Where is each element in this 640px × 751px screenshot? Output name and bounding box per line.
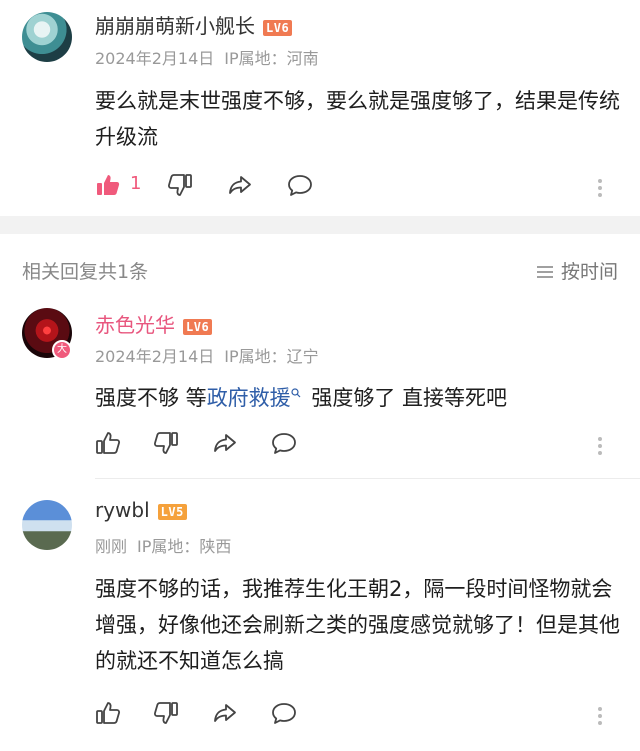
comment-text: 要么就是末世强度不够，要么就是强度够了，结果是传统升级流 (95, 89, 620, 149)
divider (95, 478, 640, 479)
comment-bubble-icon (272, 433, 296, 454)
ip-location: IP属地：辽宁 (224, 347, 319, 366)
dislike-button[interactable] (167, 172, 197, 202)
thumbs-up-icon (96, 702, 121, 724)
comment-actions: 1 (95, 172, 625, 202)
comment-date: 刚刚 (95, 537, 128, 556)
dislike-button[interactable] (153, 430, 183, 460)
level-badge: LV5 (157, 503, 187, 520)
search-link[interactable]: 政府救援 (207, 386, 291, 410)
more-options-icon[interactable] (597, 434, 603, 458)
comment-bubble-icon (288, 175, 312, 196)
share-icon (214, 434, 236, 452)
dislike-button[interactable] (153, 700, 183, 730)
comment-text: 强度不够 等政府救援 强度够了 直接等死吧 (95, 386, 508, 410)
level-badge: LV6 (183, 318, 213, 335)
like-count: 1 (130, 173, 142, 194)
like-button[interactable]: 1 (95, 172, 141, 202)
comment-actions (95, 430, 625, 460)
share-icon (214, 704, 236, 722)
like-button[interactable] (95, 430, 125, 460)
comment-meta: 2024年2月14日 IP属地：河南 (95, 45, 319, 69)
thumbs-down-icon (153, 702, 178, 724)
comment-text: 强度不够的话，我推荐生化王朝2，隔一段时间怪物就会增强，好像他还会刷新之类的强度… (95, 577, 620, 673)
vip-badge: 大 (52, 340, 72, 360)
username[interactable]: rywbl LV5 (95, 498, 187, 522)
thumbs-down-icon (153, 432, 178, 454)
sort-by-time-button[interactable]: 按时间 (536, 257, 618, 284)
more-options-icon[interactable] (597, 176, 603, 200)
share-button[interactable] (227, 172, 257, 202)
ip-location: IP属地：河南 (224, 49, 319, 68)
reply-button[interactable] (271, 700, 301, 730)
comment-actions (95, 700, 625, 730)
share-button[interactable] (212, 430, 242, 460)
like-button[interactable] (95, 700, 125, 730)
username[interactable]: 崩崩崩萌新小舰长 LV6 (95, 10, 293, 39)
section-separator (0, 216, 640, 234)
share-button[interactable] (212, 700, 242, 730)
sort-icon (536, 266, 553, 278)
comment-date: 2024年2月14日 (95, 49, 215, 68)
more-options-icon[interactable] (597, 704, 603, 728)
username[interactable]: 赤色光华 LV6 (95, 309, 213, 338)
thumbs-up-icon (96, 432, 121, 454)
sort-label: 按时间 (560, 261, 618, 283)
comment-meta: 2024年2月14日 IP属地：辽宁 (95, 343, 319, 367)
avatar[interactable] (22, 500, 72, 550)
replies-count-label: 相关回复共1条 (22, 261, 149, 283)
reply-button[interactable] (287, 172, 317, 202)
share-icon (229, 176, 251, 194)
level-badge: LV6 (263, 19, 293, 36)
search-icon (291, 388, 301, 398)
comment-bubble-icon (272, 703, 296, 724)
thumbs-down-icon (167, 174, 192, 196)
reply-button[interactable] (271, 430, 301, 460)
comment-meta: 刚刚 IP属地：陕西 (95, 533, 231, 557)
thumbs-up-icon (97, 175, 120, 195)
ip-location: IP属地：陕西 (137, 537, 232, 556)
avatar[interactable] (22, 12, 72, 62)
comment-date: 2024年2月14日 (95, 347, 215, 366)
